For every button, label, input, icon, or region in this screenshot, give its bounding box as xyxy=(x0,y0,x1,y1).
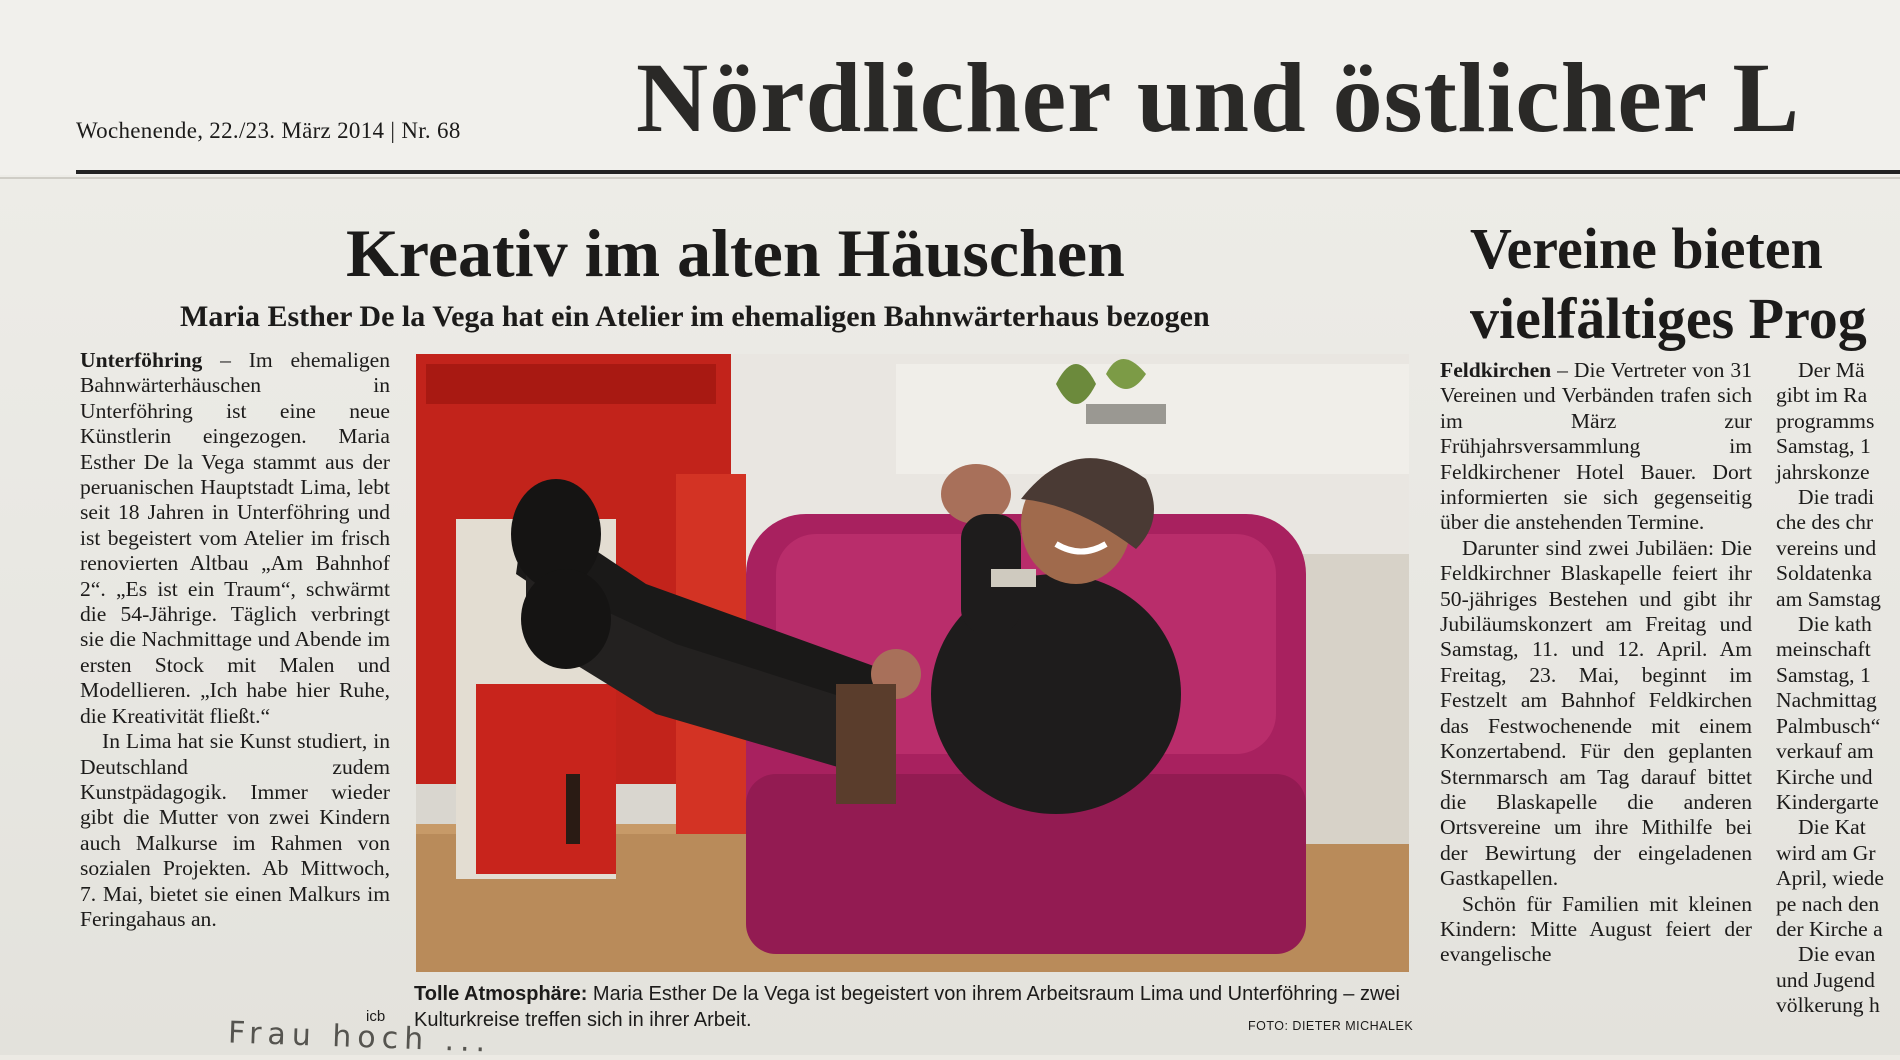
photo-artist-in-chair xyxy=(416,354,1409,972)
column3-line: Kindergarte xyxy=(1776,789,1879,814)
dateline-place: Unterföhring xyxy=(80,348,203,372)
section-masthead: Nördlicher und östlicher L xyxy=(636,42,1801,153)
column3-line: Palmbusch“ xyxy=(1776,713,1881,738)
column3-line: völkerung h xyxy=(1776,993,1880,1018)
column3-line: verkauf am xyxy=(1776,739,1874,764)
column3-line: Samstag, 1 xyxy=(1776,434,1871,459)
second-article-paragraph-3: Schön für Familien mit kleinen Kindern: … xyxy=(1440,891,1752,967)
column3-line: programms xyxy=(1776,408,1875,433)
second-dateline-place: Feldkirchen xyxy=(1440,358,1552,382)
masthead-rule xyxy=(76,170,1900,174)
column3-line: che des chr xyxy=(1776,510,1874,535)
column3-line: pe nach den xyxy=(1776,891,1880,916)
second-article-paragraph-1: Feldkirchen – Die Vertreter von 31 Verei… xyxy=(1440,358,1752,535)
column3-line: April, wiede xyxy=(1776,866,1884,891)
second-headline-line-1: Vereine bieten xyxy=(1470,216,1823,281)
column3-line: Soldatenka xyxy=(1776,561,1872,586)
caption-label: Tolle Atmosphäre: xyxy=(414,983,588,1005)
column3-line: am Samstag xyxy=(1776,586,1881,611)
column3-line: Die evan xyxy=(1798,942,1876,967)
third-column-cut: Der Mä gibt im Ra programms Samstag, 1 jahrs… xyxy=(1776,358,1900,1019)
column3-line: vereins und xyxy=(1776,535,1877,560)
column3-line: Die tradi xyxy=(1798,485,1875,510)
second-article-body: Feldkirchen – Die Vertreter von 31 Verei… xyxy=(1440,358,1752,968)
column3-line: meinschaft xyxy=(1776,637,1871,662)
paper-fold xyxy=(0,177,1900,179)
dateline: Wochenende, 22./23. März 2014 | Nr. 68 xyxy=(76,118,461,143)
column3-line: wird am Gr xyxy=(1776,840,1876,865)
second-headline-line-2: vielfältiges Prog xyxy=(1470,286,1867,351)
column3-line: jahrskonze xyxy=(1776,459,1870,484)
column3-line: Nachmittag xyxy=(1776,688,1877,713)
column3-line: Der Mä xyxy=(1798,358,1865,382)
article-body: Unterföhring – Im ehemaligen Bahnwärterh… xyxy=(80,348,390,932)
second-article-headline: Vereine bieten vielfältiges Prog xyxy=(1470,214,1867,354)
column3-line: Die kath xyxy=(1798,612,1872,637)
article-paragraph-1: Unterföhring – Im ehemaligen Bahnwärterh… xyxy=(80,348,390,728)
article-paragraph-2: In Lima hat sie Kunst studiert, in Deuts… xyxy=(80,729,390,931)
column3-line: Kirche und xyxy=(1776,764,1873,789)
column3-line: Samstag, 1 xyxy=(1776,662,1871,687)
photo-credit: FOTO: DIETER MICHALEK xyxy=(1248,1019,1414,1033)
column3-line: und Jugend xyxy=(1776,967,1875,992)
column3-line: gibt im Ra xyxy=(1776,383,1868,408)
column3-line: Die Kat xyxy=(1798,815,1866,840)
article-headline: Kreativ im alten Häuschen xyxy=(346,215,1125,291)
article-photo xyxy=(416,354,1409,972)
column3-line: der Kirche a xyxy=(1776,916,1883,941)
second-article-paragraph-2: Darunter sind zwei Jubiläen: Die Feldkir… xyxy=(1440,535,1752,891)
article-subhead: Maria Esther De la Vega hat ein Atelier … xyxy=(180,300,1210,333)
